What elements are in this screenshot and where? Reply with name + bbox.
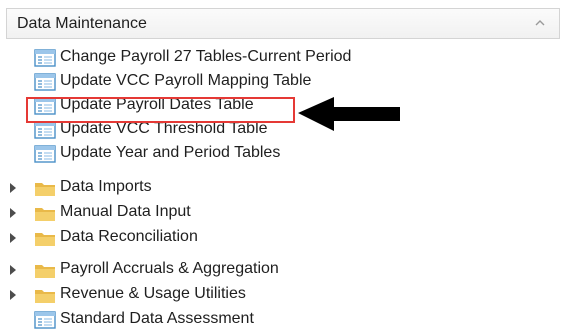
tree-item-label: Update Year and Period Tables (60, 144, 281, 161)
tree-item-label: Payroll Accruals & Aggregation (60, 260, 279, 277)
tree-item[interactable]: Change Payroll 27 Tables-Current Period (0, 46, 560, 70)
table-form-icon (34, 121, 56, 139)
tree-folder-revenue-usage[interactable]: Revenue & Usage Utilities (0, 283, 560, 307)
tree-item-label: Manual Data Input (60, 203, 191, 220)
folder-icon (35, 208, 55, 221)
expand-arrow-icon[interactable] (8, 182, 18, 194)
tree-item-label: Standard Data Assessment (60, 310, 254, 327)
tree-folder-manual-data-input[interactable]: Manual Data Input (0, 201, 560, 225)
tree-item[interactable]: Update Year and Period Tables (0, 142, 560, 166)
pointer-arrow-annotation (298, 97, 400, 131)
folder-icon (35, 233, 55, 246)
table-form-icon (34, 145, 56, 163)
panel-title: Data Maintenance (17, 15, 147, 32)
tree-item[interactable]: Update VCC Payroll Mapping Table (0, 70, 560, 94)
table-form-icon (34, 49, 56, 67)
tree-folder-data-imports[interactable]: Data Imports (0, 176, 560, 200)
tree-item-label: Update VCC Payroll Mapping Table (60, 72, 312, 89)
folder-icon (35, 183, 55, 196)
tree-item-label: Data Reconciliation (60, 228, 198, 245)
panel-header[interactable]: Data Maintenance (6, 8, 560, 39)
tree-folder-payroll-accruals[interactable]: Payroll Accruals & Aggregation (0, 258, 560, 282)
tree-item-label: Change Payroll 27 Tables-Current Period (60, 48, 352, 65)
expand-arrow-icon[interactable] (8, 232, 18, 244)
highlight-annotation-box (26, 97, 295, 123)
tree-item[interactable]: Standard Data Assessment (0, 308, 560, 332)
tree-folder-data-reconciliation[interactable]: Data Reconciliation (0, 226, 560, 250)
table-form-icon (34, 73, 56, 91)
table-form-icon (34, 311, 56, 329)
tree-item-label: Data Imports (60, 178, 152, 195)
folder-icon (35, 290, 55, 303)
navigation-panel: Data Maintenance Change Payroll 27 Table… (0, 0, 568, 329)
expand-arrow-icon[interactable] (8, 207, 18, 219)
chevron-up-icon[interactable] (533, 16, 547, 30)
expand-arrow-icon[interactable] (8, 264, 18, 276)
folder-icon (35, 265, 55, 278)
expand-arrow-icon[interactable] (8, 289, 18, 301)
tree-item-label: Revenue & Usage Utilities (60, 285, 246, 302)
